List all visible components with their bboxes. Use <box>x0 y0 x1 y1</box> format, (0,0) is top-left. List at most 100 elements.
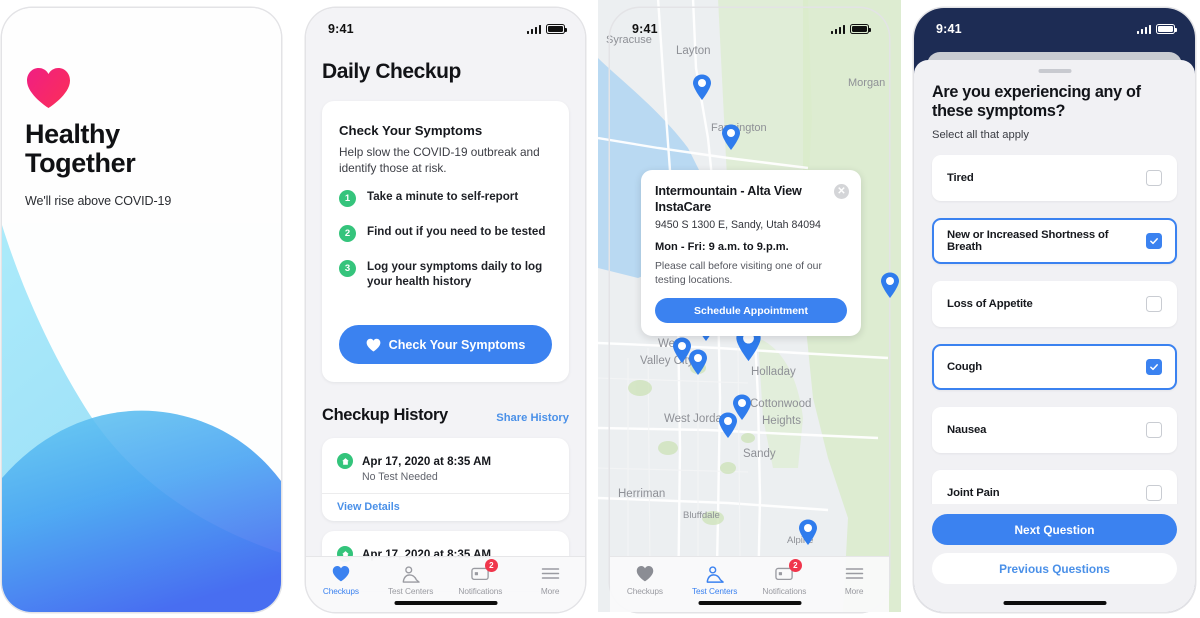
battery-icon <box>850 24 871 34</box>
list-item: 3 Log your symptoms daily to log your he… <box>339 259 555 289</box>
symptom-screen: 9:41 Are you experiencing any of these s… <box>914 8 1195 612</box>
callout-address: 9450 S 1300 E, Sandy, Utah 84094 <box>655 219 821 232</box>
person-location-icon <box>401 564 421 583</box>
card-heading: Check Your Symptoms <box>339 123 483 138</box>
step-number-badge: 2 <box>339 225 356 242</box>
tab-checkups[interactable]: Checkups <box>306 564 376 596</box>
step-number-badge: 3 <box>339 260 356 277</box>
symptom-option[interactable]: Loss of Appetite <box>932 281 1177 327</box>
step-text: Find out if you need to be tested <box>367 225 546 238</box>
symptom-option[interactable]: New or Increased Shortness of Breath <box>932 218 1177 264</box>
card-body: Help slow the COVID-19 outbreak and iden… <box>339 145 540 175</box>
brand-tagline: We'll rise above COVID-19 <box>25 194 172 208</box>
checkbox-icon[interactable] <box>1146 170 1162 186</box>
checkbox-checked-icon[interactable] <box>1146 359 1162 375</box>
page-title: Daily Checkup <box>322 60 461 83</box>
daily-checkup-screen: 9:41 Daily Checkup Check Your Symptoms H… <box>306 8 585 612</box>
tab-more[interactable]: More <box>819 564 889 596</box>
status-time: 9:41 <box>328 22 354 36</box>
map-pin[interactable] <box>718 412 738 438</box>
step-text: Take a minute to self-report <box>367 190 519 203</box>
map-pin[interactable] <box>688 349 708 375</box>
history-card[interactable]: Apr 17, 2020 at 8:35 AM No Test Needed V… <box>322 438 569 521</box>
schedule-appointment-button[interactable]: Schedule Appointment <box>655 298 847 324</box>
next-question-button[interactable]: Next Question <box>932 514 1177 545</box>
callout-note: Please call before visiting one of our t… <box>655 261 822 286</box>
divider <box>322 493 569 494</box>
symptom-label: Nausea <box>947 424 987 436</box>
hamburger-icon <box>541 564 560 583</box>
brand-title: Healthy Together <box>25 119 245 179</box>
notification-badge: 2 <box>484 559 498 572</box>
status-bar: 9:41 <box>914 8 1195 42</box>
tab-more[interactable]: More <box>515 564 585 596</box>
check-your-symptoms-button[interactable]: Check Your Symptoms <box>339 325 552 364</box>
home-status-icon <box>337 453 353 469</box>
list-item: 1 Take a minute to self-report <box>339 189 555 207</box>
tab-test-centers[interactable]: Test Centers <box>376 564 446 596</box>
map-label: Bluffdale <box>683 510 720 521</box>
checkbox-icon[interactable] <box>1146 422 1162 438</box>
status-indicators <box>830 24 871 34</box>
symptom-label: Joint Pain <box>947 487 1000 499</box>
person-location-icon <box>705 564 725 583</box>
symptom-label: New or Increased Shortness of Breath <box>947 229 1109 253</box>
notification-card-icon: 2 <box>471 559 498 583</box>
previous-questions-button[interactable]: Previous Questions <box>932 553 1177 584</box>
question-subtitle: Select all that apply <box>932 129 1030 141</box>
history-date: Apr 17, 2020 at 8:35 AM <box>362 454 492 468</box>
tab-checkups[interactable]: Checkups <box>610 564 680 596</box>
tab-label: Checkups <box>322 586 359 596</box>
checkup-history-heading: Checkup History <box>322 406 448 424</box>
home-indicator <box>394 600 497 605</box>
share-history-link[interactable]: Share History <box>496 412 569 424</box>
phone-splash: Healthy Together We'll rise above COVID-… <box>2 8 281 612</box>
map-label: Layton <box>676 45 711 57</box>
map-pin[interactable] <box>692 74 712 100</box>
status-indicators <box>526 24 567 34</box>
view-details-link[interactable]: View Details <box>337 501 400 513</box>
status-time: 9:41 <box>936 22 962 36</box>
battery-icon <box>546 24 567 34</box>
symptom-label: Loss of Appetite <box>947 298 1033 310</box>
notification-badge: 2 <box>788 559 802 572</box>
map-label: Morgan <box>848 77 885 89</box>
tab-label: More <box>844 586 864 596</box>
tab-test-centers[interactable]: Test Centers <box>680 564 750 596</box>
symptom-option[interactable]: Nausea <box>932 407 1177 453</box>
map-label: Sandy <box>743 448 776 460</box>
tab-label: Notifications <box>458 586 503 596</box>
brand-line-2: Together <box>25 148 136 179</box>
tab-label: Notifications <box>762 586 807 596</box>
screenshot-stage: Healthy Together We'll rise above COVID-… <box>0 0 1200 618</box>
symptom-label: Cough <box>947 361 983 373</box>
tab-label: Test Centers <box>691 586 738 596</box>
checkbox-icon[interactable] <box>1146 485 1162 501</box>
tab-label: Test Centers <box>387 586 434 596</box>
map-label: Cottonwood <box>750 398 811 410</box>
close-icon[interactable]: ✕ <box>834 184 849 199</box>
sheet-grabber[interactable] <box>1038 69 1071 73</box>
list-item: 2 Find out if you need to be tested <box>339 224 555 242</box>
callout-hours: Mon - Fri: 9 a.m. to 9.p.m. <box>655 241 789 254</box>
phone-symptom-questionnaire: 9:41 Are you experiencing any of these s… <box>914 8 1195 612</box>
map-pin[interactable] <box>880 272 900 298</box>
sheet-actions: Next Question Previous Questions <box>914 504 1195 612</box>
callout-title: Intermountain - Alta View InstaCare <box>655 184 802 214</box>
map-pin[interactable] <box>798 519 818 545</box>
check-symptoms-card: Check Your Symptoms Help slow the COVID-… <box>322 101 569 382</box>
history-status: No Test Needed <box>362 471 438 483</box>
tab-notifications[interactable]: 2 Notifications <box>750 559 820 596</box>
home-indicator <box>698 600 801 605</box>
symptom-option[interactable]: Cough <box>932 344 1177 390</box>
tab-notifications[interactable]: 2 Notifications <box>446 559 516 596</box>
symptom-option[interactable]: Tired <box>932 155 1177 201</box>
wave-background <box>2 223 281 612</box>
checkbox-icon[interactable] <box>1146 296 1162 312</box>
map-pin[interactable] <box>721 124 741 150</box>
location-callout: ✕ Intermountain - Alta View InstaCare 94… <box>641 170 861 337</box>
history-row: Apr 17, 2020 at 8:35 AM <box>337 453 491 469</box>
battery-icon <box>1156 24 1177 34</box>
symptom-sheet: Are you experiencing any of these sympto… <box>914 60 1195 612</box>
checkbox-checked-icon[interactable] <box>1146 233 1162 249</box>
